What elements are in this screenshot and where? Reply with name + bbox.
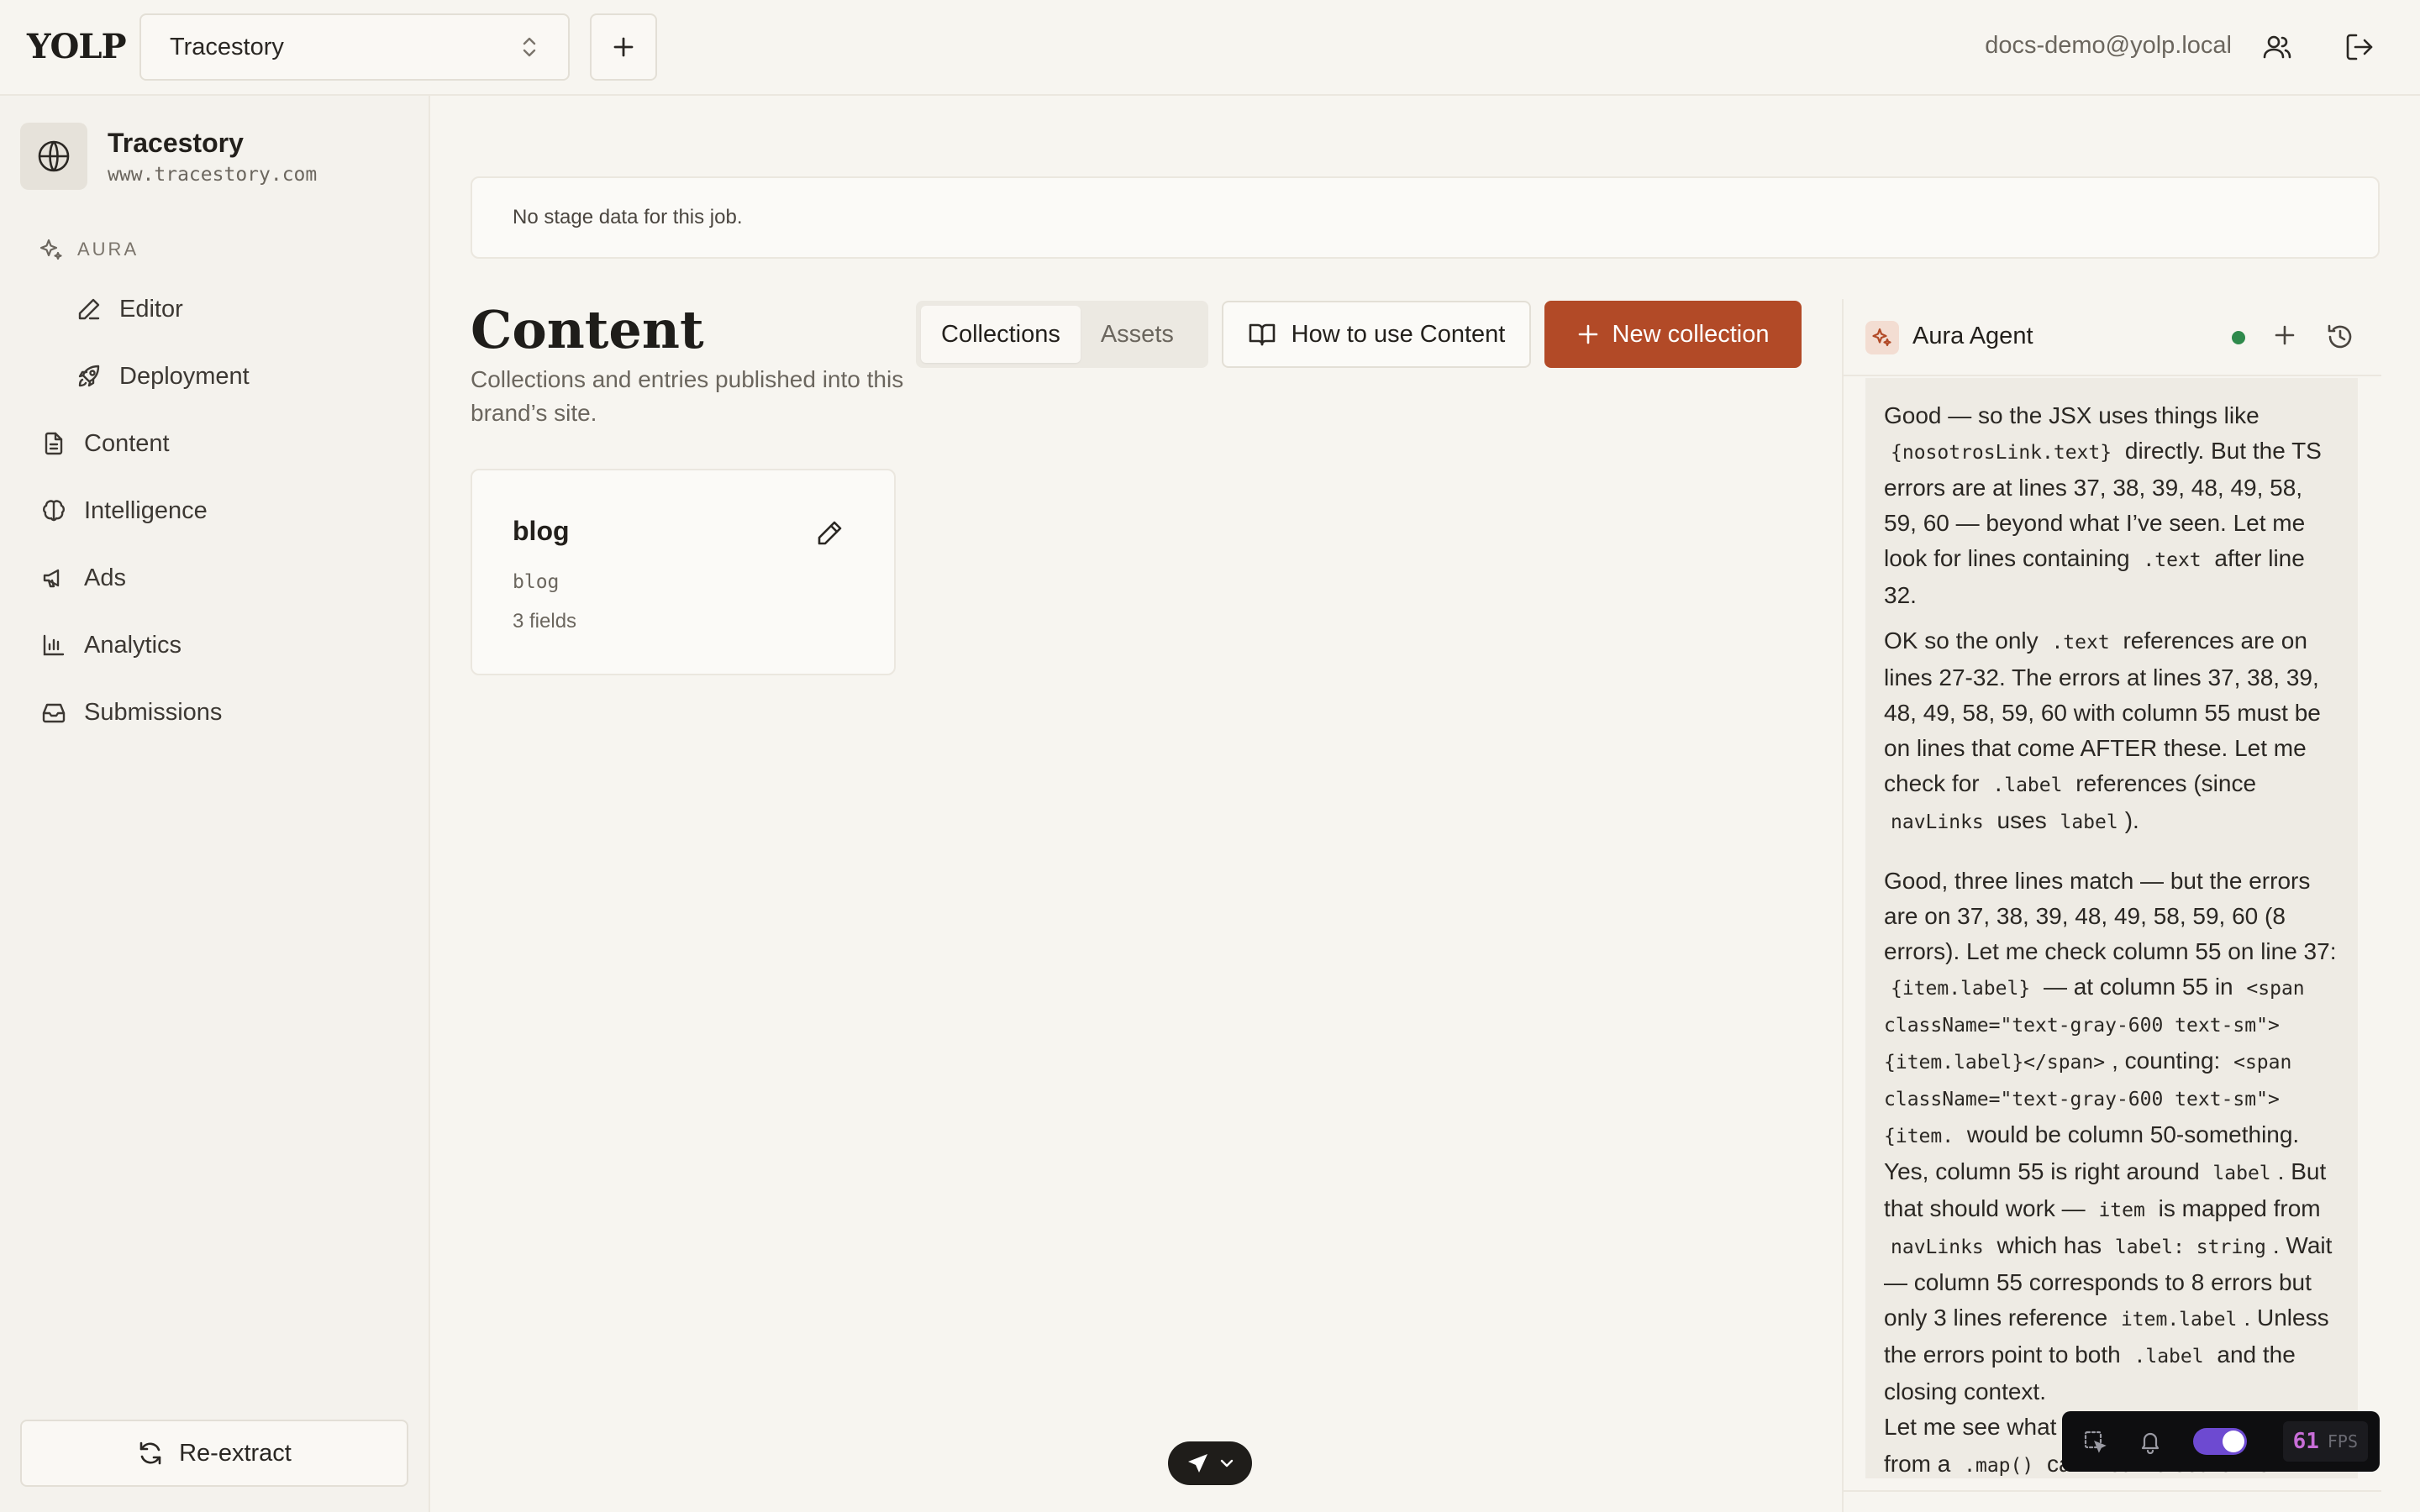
agent-status-dot — [2232, 331, 2245, 344]
collection-field-count: 3 fields — [513, 610, 577, 633]
select-element-icon[interactable] — [2082, 1429, 2107, 1454]
fps-counter: 61 FPS — [2282, 1421, 2368, 1462]
stage-status-banner: No stage data for this job. — [471, 176, 2380, 259]
agent-header: Aura Agent — [1844, 299, 2381, 376]
divider — [1844, 1490, 2381, 1492]
app-logo[interactable]: YOLP — [27, 27, 127, 66]
agent-message: Good, three lines match — but the errors… — [1884, 868, 2337, 1477]
dev-toolbar: 61 FPS — [2062, 1411, 2380, 1472]
site-selector[interactable]: Tracestory — [139, 13, 570, 81]
rocket-icon — [74, 361, 104, 391]
plus-icon — [1577, 323, 1599, 345]
add-site-button[interactable] — [590, 13, 657, 81]
agent-message: Good — so the JSX uses things like {noso… — [1884, 402, 2322, 608]
edit-pencil-icon[interactable] — [815, 519, 844, 548]
sparkle-icon — [1865, 321, 1899, 354]
sidebar-item-deployment[interactable]: Deployment — [74, 353, 250, 400]
sidebar-item-content[interactable]: Content — [39, 420, 170, 467]
aura-section-label: AURA — [39, 237, 139, 262]
brand-url: www.tracestory.com — [108, 163, 318, 186]
tab-collections[interactable]: Collections — [921, 306, 1081, 363]
plus-icon — [612, 35, 635, 59]
inbox-icon — [39, 697, 69, 727]
chevron-down-icon — [1219, 1457, 1234, 1469]
book-open-icon — [1248, 322, 1276, 347]
sidebar-item-submissions[interactable]: Submissions — [39, 689, 222, 736]
send-menu-button[interactable] — [1168, 1441, 1252, 1485]
brand-card[interactable]: Tracestory www.tracestory.com — [20, 123, 317, 190]
document-icon — [39, 428, 69, 459]
re-extract-button[interactable]: Re-extract — [20, 1420, 408, 1487]
agent-message-log[interactable]: Good — so the JSX uses things like {noso… — [1865, 378, 2358, 1478]
agent-message: OK so the only .text references are on l… — [1884, 627, 2321, 833]
dev-toggle[interactable] — [2193, 1428, 2247, 1455]
sparkle-icon — [39, 239, 62, 260]
logout-icon[interactable] — [2343, 30, 2376, 64]
new-chat-plus-icon[interactable] — [2272, 323, 2297, 348]
sidebar-item-ads[interactable]: Ads — [39, 554, 126, 601]
sidebar: Tracestory www.tracestory.com AURA Edito… — [0, 96, 430, 1512]
tab-assets[interactable]: Assets — [1081, 306, 1194, 363]
collection-card-blog[interactable]: blog blog 3 fields — [471, 469, 896, 675]
history-icon[interactable] — [2326, 323, 2354, 351]
bar-chart-icon — [39, 630, 69, 660]
how-to-use-content-button[interactable]: How to use Content — [1222, 301, 1531, 368]
megaphone-icon — [39, 563, 69, 593]
globe-icon — [20, 123, 87, 190]
pen-icon — [74, 294, 104, 324]
agent-title: Aura Agent — [1912, 323, 2033, 349]
page-title: Content — [471, 299, 704, 360]
send-arrow-icon — [1186, 1451, 1211, 1476]
chevron-up-down-icon — [519, 34, 539, 60]
site-selector-value: Tracestory — [170, 33, 284, 60]
brain-icon — [39, 496, 69, 526]
brand-name: Tracestory — [108, 127, 244, 158]
collection-slug: blog — [513, 571, 560, 593]
sidebar-item-analytics[interactable]: Analytics — [39, 622, 182, 669]
top-bar: YOLP Tracestory docs-demo@yolp.local — [0, 0, 2420, 96]
new-collection-button[interactable]: New collection — [1544, 301, 1802, 368]
sidebar-item-intelligence[interactable]: Intelligence — [39, 487, 208, 534]
bell-icon[interactable] — [2138, 1429, 2163, 1454]
aura-agent-panel: Aura Agent Good — so the JSX uses things… — [1842, 299, 2381, 1512]
refresh-icon — [137, 1440, 164, 1467]
users-icon[interactable] — [2260, 30, 2294, 64]
user-email: docs-demo@yolp.local — [1985, 32, 2232, 59]
sidebar-item-editor[interactable]: Editor — [74, 286, 183, 333]
content-tabs: Collections Assets — [916, 301, 1208, 368]
page-subtitle: Collections and entries published into t… — [471, 366, 904, 426]
collection-name: blog — [513, 516, 570, 546]
